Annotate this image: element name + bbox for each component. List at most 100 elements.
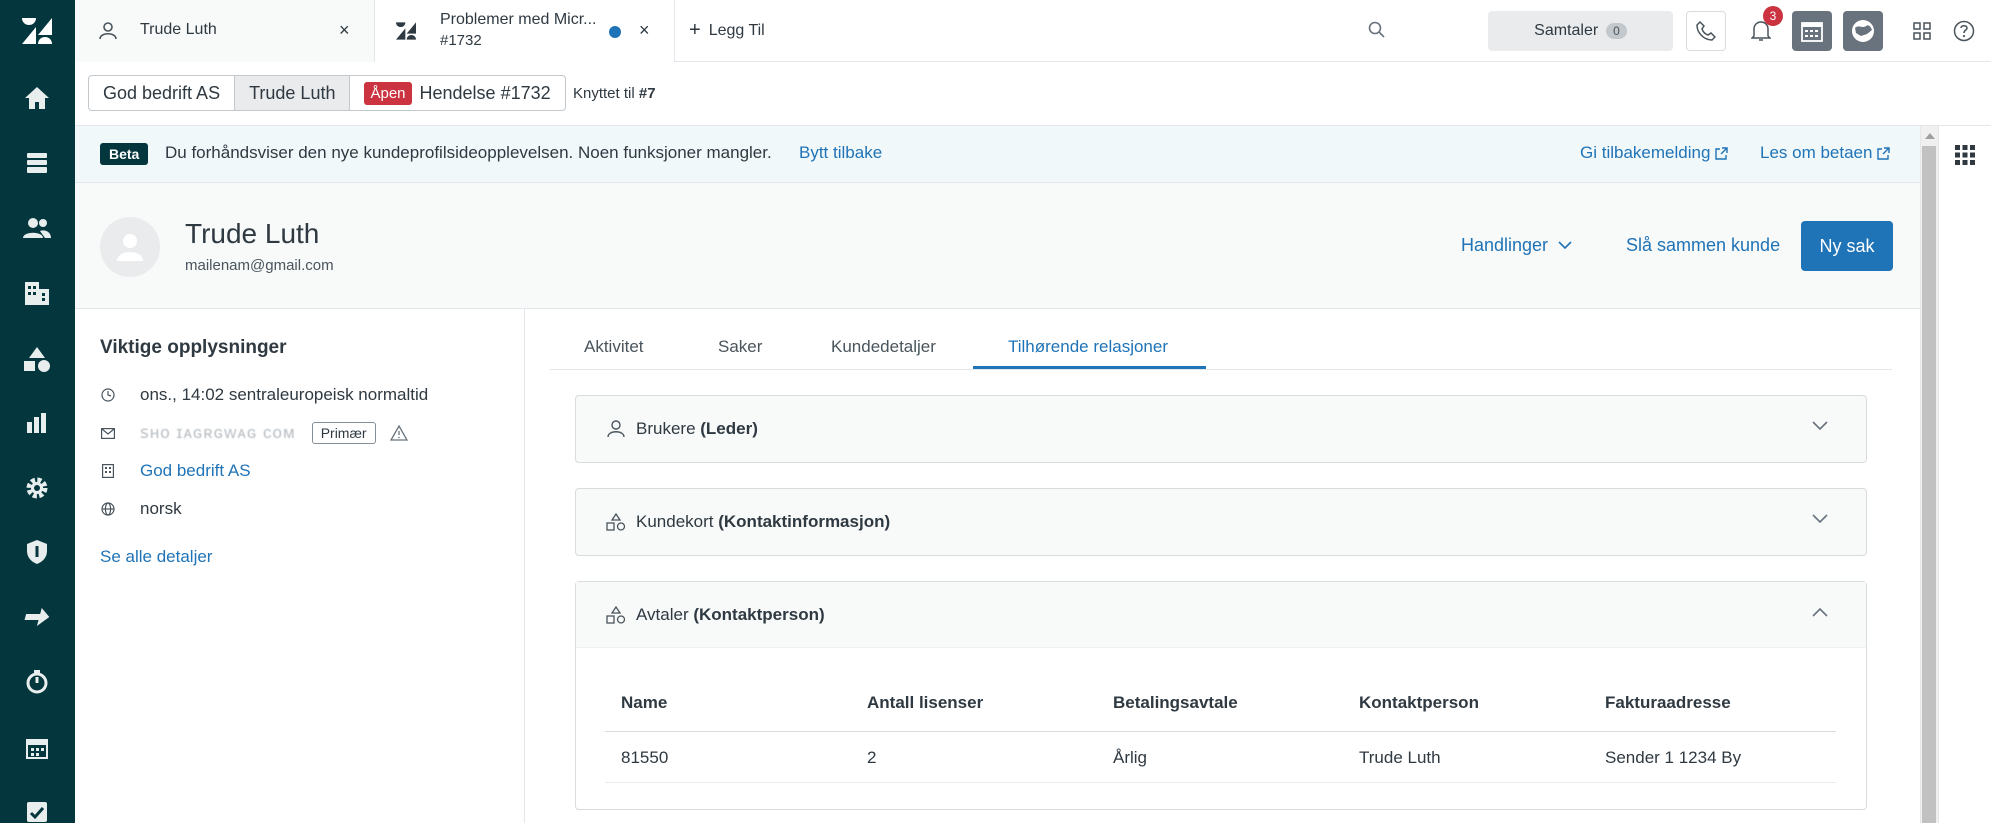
column-header[interactable]: Fakturaadresse xyxy=(1605,693,1731,713)
home-icon[interactable] xyxy=(18,79,56,117)
shield-icon[interactable] xyxy=(18,533,56,571)
tab-ticket[interactable]: Problemer med Micr... #1732 × xyxy=(375,0,675,62)
new-case-button[interactable]: Ny sak xyxy=(1801,221,1893,271)
contact-person-link[interactable]: Trude Luth xyxy=(1359,748,1441,768)
help-icon[interactable] xyxy=(1953,20,1975,42)
objects-icon[interactable] xyxy=(18,340,56,378)
conversations-button[interactable]: Samtaler 0 xyxy=(1488,11,1673,51)
building-icon xyxy=(102,464,114,478)
actions-dropdown[interactable]: Handlinger xyxy=(1461,235,1572,256)
column-header[interactable]: Name xyxy=(621,693,667,713)
zendesk-logo-icon[interactable] xyxy=(18,12,56,50)
primary-tag: Primær xyxy=(311,422,376,444)
accordion-header[interactable]: Brukere (Leder) xyxy=(576,396,1866,462)
apps-grid-icon[interactable] xyxy=(1955,145,1975,165)
forward-arrow-icon[interactable] xyxy=(18,598,56,636)
left-nav xyxy=(0,0,75,823)
tab-divider xyxy=(550,369,1892,370)
objects-icon xyxy=(606,605,626,624)
tab-user[interactable]: Trude Luth × xyxy=(75,0,375,62)
accordion-customer-card[interactable]: Kundekort (Kontaktinformasjon) xyxy=(575,488,1867,556)
customer-name: Trude Luth xyxy=(185,218,320,249)
timer-icon[interactable] xyxy=(18,663,56,701)
globe-icon xyxy=(101,502,115,516)
add-tab-button[interactable]: + Legg Til xyxy=(689,19,765,42)
info-language: norsk xyxy=(100,497,182,521)
column-header[interactable]: Antall lisenser xyxy=(867,693,983,713)
table-header-divider xyxy=(605,731,1836,732)
search-icon[interactable] xyxy=(1368,21,1386,39)
table-cell: Sender 1 1234 By xyxy=(1605,748,1742,767)
status-badge: Åpen xyxy=(364,81,412,105)
customer-email: mailenam@gmail.com xyxy=(185,257,334,274)
ticket-icon xyxy=(396,22,416,40)
report-icon[interactable] xyxy=(18,793,56,823)
info-panel: Viktige opplysninger ons., 14:02 sentral… xyxy=(75,309,525,823)
breadcrumb-user[interactable]: Trude Luth xyxy=(235,76,351,110)
tab-cases[interactable]: Saker xyxy=(718,337,762,357)
top-bar: Trude Luth × Problemer med Micr... #1732… xyxy=(75,0,1991,62)
unsaved-dot xyxy=(609,26,621,38)
org-link[interactable]: God bedrift AS xyxy=(140,461,251,481)
scroll-up-icon[interactable] xyxy=(1925,132,1935,139)
external-link-icon xyxy=(1877,146,1891,160)
notifications-button[interactable]: 3 xyxy=(1741,6,1783,51)
chevron-up-icon[interactable] xyxy=(1812,607,1828,617)
close-icon[interactable]: × xyxy=(339,20,350,41)
reporting-icon[interactable] xyxy=(18,404,56,442)
tab-customer-details[interactable]: Kundedetaljer xyxy=(831,337,936,357)
accordion-header[interactable]: Kundekort (Kontaktinformasjon) xyxy=(576,489,1866,555)
feedback-link[interactable]: Gi tilbakemelding xyxy=(1580,143,1729,163)
breadcrumb-group: God bedrift AS Trude Luth Åpen Hendelse … xyxy=(88,75,566,111)
settings-gear-icon[interactable] xyxy=(18,469,56,507)
warning-icon[interactable] xyxy=(389,425,408,441)
notification-count: 3 xyxy=(1763,6,1783,26)
calendar-icon[interactable] xyxy=(18,729,56,767)
app-button[interactable] xyxy=(1843,11,1883,51)
beta-banner: Beta Du forhåndsviser den nye kundeprofi… xyxy=(75,126,1920,183)
conversations-count: 0 xyxy=(1606,23,1627,39)
plus-icon: + xyxy=(689,19,701,41)
obscured-email: ꜱʜᴏ ɪᴀɢʀɢᴡᴀɢ ᴄᴏᴍ xyxy=(140,423,296,442)
close-icon[interactable]: × xyxy=(639,20,650,41)
info-heading: Viktige opplysninger xyxy=(100,337,287,358)
breadcrumb-ticket[interactable]: Åpen Hendelse #1732 xyxy=(350,76,564,110)
right-rail xyxy=(1938,126,1991,823)
clock-icon xyxy=(101,388,115,402)
tab-activity[interactable]: Aktivitet xyxy=(584,337,644,357)
views-icon[interactable] xyxy=(18,144,56,182)
merge-customer-button[interactable]: Slå sammen kunde xyxy=(1626,235,1780,256)
accordion-header[interactable]: Avtaler (Kontaktperson) xyxy=(576,582,1866,648)
tab-related[interactable]: Tilhørende relasjoner xyxy=(1008,337,1168,357)
breadcrumb-org[interactable]: God bedrift AS xyxy=(89,76,236,110)
profile-header: Trude Luth mailenam@gmail.com Handlinger… xyxy=(75,183,1920,309)
learn-beta-link[interactable]: Les om betaen xyxy=(1760,143,1891,163)
beta-tag: Beta xyxy=(100,143,149,165)
info-time: ons., 14:02 sentraleuropeisk normaltid xyxy=(100,383,428,407)
agreement-link[interactable]: 81550 xyxy=(621,748,668,768)
calendar-app-button[interactable] xyxy=(1792,11,1832,51)
customers-icon[interactable] xyxy=(18,209,56,247)
objects-icon xyxy=(606,513,626,531)
organizations-icon[interactable] xyxy=(18,274,56,312)
chevron-down-icon[interactable] xyxy=(1812,421,1828,431)
products-grid-icon[interactable] xyxy=(1913,22,1931,40)
switch-back-link[interactable]: Bytt tilbake xyxy=(799,143,882,163)
phone-icon xyxy=(1696,21,1716,41)
mail-icon xyxy=(101,427,115,439)
table-cell: 2 xyxy=(867,748,877,767)
tab-title: Problemer med Micr... xyxy=(440,11,597,28)
accordion-users[interactable]: Brukere (Leder) xyxy=(575,395,1867,463)
column-header[interactable]: Betalingsavtale xyxy=(1113,693,1238,713)
user-icon xyxy=(607,420,625,438)
column-header[interactable]: Kontaktperson xyxy=(1359,693,1479,713)
phone-button[interactable] xyxy=(1686,11,1726,51)
scrollbar-thumb[interactable] xyxy=(1922,146,1936,823)
tab-title: Trude Luth xyxy=(140,21,217,38)
see-all-details-link[interactable]: Se alle detaljer xyxy=(100,547,212,567)
globe-app-icon xyxy=(1852,20,1874,42)
info-email: ꜱʜᴏ ɪᴀɢʀɢᴡᴀɢ ᴄᴏᴍ Primær xyxy=(100,421,408,445)
linked-info: Knyttet til #7 xyxy=(573,85,656,102)
avatar xyxy=(100,217,160,277)
chevron-down-icon[interactable] xyxy=(1812,514,1828,524)
